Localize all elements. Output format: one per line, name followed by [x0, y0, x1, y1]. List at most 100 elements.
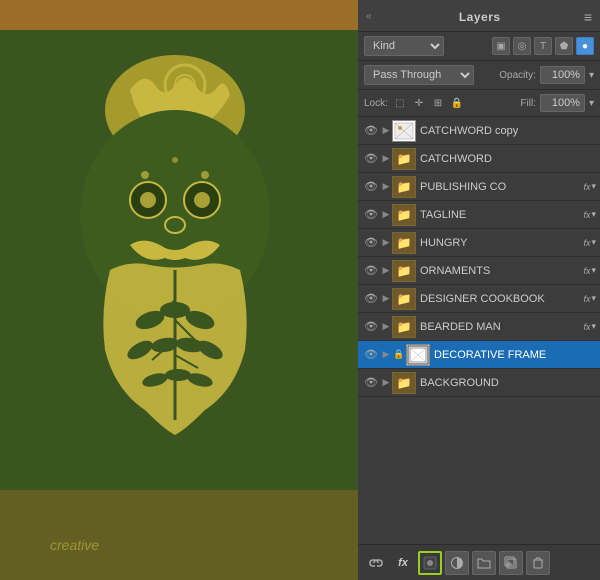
layer-item[interactable]: 👁 ▶ CATCHWORD copy [358, 117, 600, 145]
fill-label: Fill: [520, 98, 536, 109]
visibility-icon[interactable]: 👁 [362, 234, 380, 252]
layer-thumbnail: 📁 [392, 260, 416, 282]
layer-name: BACKGROUND [420, 377, 596, 389]
layer-item[interactable]: 👁 ▶ 📁 PUBLISHING CO fx ▾ [358, 173, 600, 201]
expand-arrow[interactable]: ▶ [380, 122, 392, 140]
visibility-icon[interactable]: 👁 [362, 262, 380, 280]
layer-thumbnail: 📁 [392, 204, 416, 226]
lock-icons: ⬚ ✛ ⊞ 🔒 [392, 95, 465, 111]
visibility-icon[interactable]: 👁 [362, 290, 380, 308]
layer-name: CATCHWORD [420, 153, 596, 165]
expand-arrow[interactable]: ▶ [380, 318, 392, 336]
fx-badge: fx [583, 266, 590, 276]
visibility-icon[interactable]: 👁 [362, 346, 380, 364]
kind-select[interactable]: Kind [364, 36, 444, 56]
layer-item[interactable]: 👁 ▶ 📁 DESIGNER COOKBOOK fx ▾ [358, 285, 600, 313]
lock-all-icon[interactable]: 🔒 [449, 95, 465, 111]
layer-item[interactable]: 👁 ▶ 📁 HUNGRY fx ▾ [358, 229, 600, 257]
layer-item[interactable]: 👁 ▶ 📁 TAGLINE fx ▾ [358, 201, 600, 229]
blend-mode-select[interactable]: Pass Through Normal Multiply Screen Over… [364, 65, 474, 85]
expand-arrow[interactable]: ▶ [380, 290, 392, 308]
expand-arrow[interactable]: ▶ [380, 178, 392, 196]
layers-panel: « Layers ≡ Kind ▣ ◎ T ⬟ ● Pass Through N… [358, 0, 600, 580]
bottom-toolbar: fx [358, 544, 600, 580]
layer-name: DESIGNER COOKBOOK [420, 293, 581, 305]
fx-expand-arrow[interactable]: ▾ [591, 209, 596, 220]
fx-badge: fx [583, 294, 590, 304]
layer-thumbnail [406, 344, 430, 366]
lock-move-icon[interactable]: ✛ [411, 95, 427, 111]
opacity-input[interactable]: 100% [540, 66, 585, 84]
layers-list: 👁 ▶ CATCHWORD copy 👁 ▶ 📁 CATCHWORD [358, 117, 600, 544]
layer-name: TAGLINE [420, 209, 581, 221]
pixel-filter-icon[interactable]: ▣ [492, 37, 510, 55]
type-filter-icon[interactable]: T [534, 37, 552, 55]
layer-item[interactable]: 👁 ▶ 📁 BACKGROUND [358, 369, 600, 397]
blend-mode-row: Pass Through Normal Multiply Screen Over… [358, 61, 600, 90]
fill-input[interactable]: 100% [540, 94, 585, 112]
layer-thumbnail: 📁 [392, 176, 416, 198]
fx-expand-arrow[interactable]: ▾ [591, 265, 596, 276]
delete-layer-button[interactable] [526, 551, 550, 575]
opacity-chevron[interactable]: ▾ [589, 70, 594, 81]
shape-filter-icon[interactable]: ⬟ [555, 37, 573, 55]
visibility-icon[interactable]: 👁 [362, 318, 380, 336]
layer-thumbnail: 📁 [392, 148, 416, 170]
add-layer-style-button[interactable]: fx [391, 551, 415, 575]
fx-badge: fx [583, 322, 590, 332]
panel-header: « Layers ≡ [358, 0, 600, 32]
panel-collapse-icon[interactable]: « [366, 11, 372, 22]
new-group-button[interactable] [472, 551, 496, 575]
layer-item[interactable]: 👁 ▶ 📁 CATCHWORD [358, 145, 600, 173]
filter-icons: ▣ ◎ T ⬟ ● [492, 37, 594, 55]
fx-expand-arrow[interactable]: ▾ [591, 181, 596, 192]
layer-item-selected[interactable]: 👁 ▶ 🔒 DECORATIVE FRAME [358, 341, 600, 369]
lock-transparent-icon[interactable]: ⬚ [392, 95, 408, 111]
add-adjustment-button[interactable] [445, 551, 469, 575]
fill-chevron[interactable]: ▾ [589, 98, 594, 109]
link-layers-button[interactable] [364, 551, 388, 575]
visibility-icon[interactable]: 👁 [362, 178, 380, 196]
expand-arrow[interactable]: ▶ [380, 150, 392, 168]
visibility-icon[interactable]: 👁 [362, 374, 380, 392]
add-mask-button[interactable] [418, 551, 442, 575]
lock-artboard-icon[interactable]: ⊞ [430, 95, 446, 111]
fx-expand-arrow[interactable]: ▾ [591, 237, 596, 248]
panel-menu-icon[interactable]: ≡ [584, 9, 592, 25]
layer-thumbnail: 📁 [392, 372, 416, 394]
expand-arrow[interactable]: ▶ [380, 262, 392, 280]
opacity-label: Opacity: [499, 70, 536, 81]
layer-lock-icon: 🔒 [392, 346, 406, 364]
layer-thumbnail: 📁 [392, 288, 416, 310]
canvas-area: creative [0, 0, 358, 580]
layer-name: BEARDED MAN [420, 321, 581, 333]
layer-name: PUBLISHING CO [420, 181, 581, 193]
panel-title: Layers [459, 10, 501, 24]
expand-arrow[interactable]: ▶ [380, 374, 392, 392]
fx-expand-arrow[interactable]: ▾ [591, 321, 596, 332]
layer-name: DECORATIVE FRAME [434, 349, 596, 361]
layer-name: HUNGRY [420, 237, 581, 249]
visibility-icon[interactable]: 👁 [362, 150, 380, 168]
layer-name: CATCHWORD copy [420, 125, 596, 137]
fx-badge: fx [583, 182, 590, 192]
new-layer-button[interactable] [499, 551, 523, 575]
expand-arrow[interactable]: ▶ [380, 206, 392, 224]
fx-badge: fx [583, 210, 590, 220]
lock-fill-row: Lock: ⬚ ✛ ⊞ 🔒 Fill: 100% ▾ [358, 90, 600, 117]
lock-label: Lock: [364, 98, 388, 109]
adjustment-filter-icon[interactable]: ◎ [513, 37, 531, 55]
layer-thumbnail [392, 120, 416, 142]
layer-thumbnail: 📁 [392, 316, 416, 338]
fx-expand-arrow[interactable]: ▾ [591, 293, 596, 304]
svg-text:creative: creative [50, 537, 99, 553]
fx-badge: fx [583, 238, 590, 248]
layer-item[interactable]: 👁 ▶ 📁 ORNAMENTS fx ▾ [358, 257, 600, 285]
expand-arrow[interactable]: ▶ [380, 346, 392, 364]
filter-toggle[interactable]: ● [576, 37, 594, 55]
expand-arrow[interactable]: ▶ [380, 234, 392, 252]
layer-thumbnail: 📁 [392, 232, 416, 254]
visibility-icon[interactable]: 👁 [362, 122, 380, 140]
visibility-icon[interactable]: 👁 [362, 206, 380, 224]
layer-item[interactable]: 👁 ▶ 📁 BEARDED MAN fx ▾ [358, 313, 600, 341]
